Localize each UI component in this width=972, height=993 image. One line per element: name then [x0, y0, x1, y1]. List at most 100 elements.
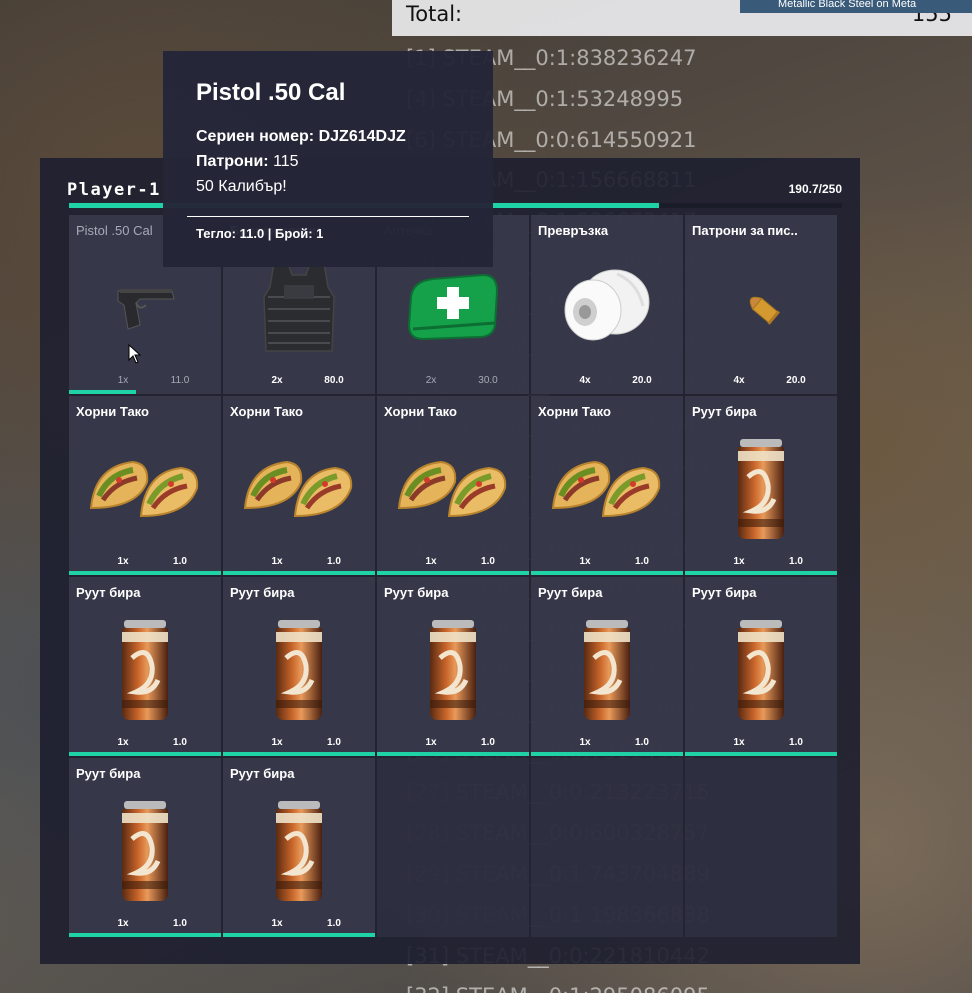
slot-durability-bar — [377, 571, 529, 575]
inventory-slot[interactable]: Руут бира 1x 1.0 — [377, 577, 529, 756]
tooltip-ammo: Патрони: 115 — [196, 149, 493, 174]
inventory-slot[interactable]: Руут бира 1x 1.0 — [531, 577, 683, 756]
tooltip-divider — [187, 216, 469, 217]
inventory-slot-empty[interactable] — [377, 758, 529, 937]
slot-durability-bar — [685, 752, 837, 756]
slot-item-count: 1x — [733, 556, 745, 567]
slot-durability-bar — [531, 571, 683, 575]
slot-item-count: 2x — [271, 375, 283, 386]
slot-item-name: Руут бира — [76, 766, 141, 781]
slot-item-name: Руут бира — [230, 766, 295, 781]
slot-durability-bar — [531, 752, 683, 756]
slot-durability-bar — [69, 390, 136, 394]
item-tooltip: Pistol .50 Cal Сериен номер: DJZ614DJZ П… — [163, 51, 493, 267]
slot-item-count: 1x — [271, 556, 283, 567]
tooltip-footer: Тегло: 11.0 | Брой: 1 — [196, 226, 324, 241]
inventory-slot-empty[interactable] — [685, 758, 837, 937]
slot-item-count: 4x — [733, 375, 745, 386]
slot-durability-bar — [223, 933, 375, 937]
slot-item-name: Руут бира — [230, 585, 295, 600]
root-beer-can-icon — [223, 790, 375, 910]
bullet-icon — [685, 247, 837, 367]
slot-item-name: Руут бира — [692, 585, 757, 600]
taco-icon — [377, 428, 529, 548]
inventory-slot[interactable]: Хорни Тако 1x 1.0 — [69, 396, 221, 575]
slot-item-weight: 1.0 — [481, 556, 495, 567]
taco-icon — [223, 428, 375, 548]
slot-item-name: Руут бира — [538, 585, 603, 600]
slot-durability-bar — [685, 571, 837, 575]
slot-item-weight: 1.0 — [173, 918, 187, 929]
inventory-slot[interactable]: Руут бира 1x 1.0 — [223, 758, 375, 937]
root-beer-can-icon — [223, 609, 375, 729]
slot-item-count: 1x — [117, 918, 129, 929]
slot-item-count: 4x — [579, 375, 591, 386]
inventory-slot[interactable]: Превръзка 4x 20.0 — [531, 215, 683, 394]
inventory-slot[interactable]: Руут бира 1x 1.0 — [69, 758, 221, 937]
slot-item-name: Патрони за пис.. — [692, 223, 798, 238]
root-beer-can-icon — [69, 790, 221, 910]
slot-item-weight: 1.0 — [481, 737, 495, 748]
slot-durability-bar — [69, 571, 221, 575]
slot-item-name: Хорни Тако — [230, 404, 303, 419]
slot-item-name: Руут бира — [76, 585, 141, 600]
inventory-weight: 190.7/250 — [788, 182, 842, 196]
tooltip-serial-label: Сериен номер: — [196, 128, 315, 145]
root-beer-can-icon — [531, 609, 683, 729]
scoreboard-player-row: [32] STEAM__0:1:295086095 — [406, 976, 710, 993]
tooltip-serial-value: DJZ614DJZ — [318, 128, 406, 145]
inventory-grid: Pistol .50 Cal1x11.0Бронежилетка2x80.0Ап… — [69, 215, 839, 937]
slot-item-count: 1x — [117, 737, 129, 748]
slot-item-count: 1x — [579, 556, 591, 567]
slot-item-weight: 20.0 — [632, 375, 652, 386]
slot-item-name: Превръзка — [538, 223, 609, 238]
slot-item-name: Руут бира — [692, 404, 757, 419]
slot-item-weight: 1.0 — [173, 556, 187, 567]
inventory-slot[interactable]: Руут бира 1x 1.0 — [685, 396, 837, 575]
slot-item-weight: 1.0 — [327, 918, 341, 929]
slot-item-count: 1x — [425, 556, 437, 567]
tooltip-ammo-value: 115 — [273, 153, 299, 170]
inventory-slot[interactable]: Руут бира 1x 1.0 — [685, 577, 837, 756]
scoreboard-total: Total: 155 — [392, 0, 972, 36]
slot-item-count: 1x — [117, 375, 129, 386]
slot-item-name: Хорни Тако — [384, 404, 457, 419]
tooltip-ammo-label: Патрони: — [196, 153, 269, 170]
slot-item-count: 1x — [579, 737, 591, 748]
mouse-cursor-icon — [128, 344, 142, 364]
inventory-slot[interactable]: Патрони за пис.. 4x 20.0 — [685, 215, 837, 394]
taco-icon — [69, 428, 221, 548]
root-beer-can-icon — [377, 609, 529, 729]
inventory-slot[interactable]: Руут бира 1x 1.0 — [223, 577, 375, 756]
slot-item-name: Хорни Тако — [76, 404, 149, 419]
root-beer-can-icon — [69, 609, 221, 729]
slot-item-count: 1x — [117, 556, 129, 567]
vehicle-color-tag: Metallic Black Steel on Meta — [740, 0, 972, 13]
slot-item-weight: 1.0 — [635, 737, 649, 748]
slot-durability-bar — [69, 752, 221, 756]
scoreboard-total-label: Total: — [406, 2, 463, 26]
inventory-slot[interactable]: Хорни Тако 1x 1.0 — [531, 396, 683, 575]
slot-item-name: Хорни Тако — [538, 404, 611, 419]
slot-item-weight: 30.0 — [478, 375, 498, 386]
tooltip-caliber: 50 Калибър! — [196, 178, 287, 195]
inventory-slot[interactable]: Руут бира 1x 1.0 — [69, 577, 221, 756]
slot-durability-bar — [223, 752, 375, 756]
slot-item-weight: 1.0 — [789, 737, 803, 748]
slot-item-weight: 80.0 — [324, 375, 344, 386]
slot-item-weight: 1.0 — [327, 737, 341, 748]
root-beer-can-icon — [685, 428, 837, 548]
slot-item-weight: 1.0 — [635, 556, 649, 567]
inventory-slot[interactable]: Хорни Тако 1x 1.0 — [223, 396, 375, 575]
slot-item-weight: 20.0 — [786, 375, 806, 386]
inventory-slot[interactable]: Хорни Тако 1x 1.0 — [377, 396, 529, 575]
slot-item-name: Руут бира — [384, 585, 449, 600]
inventory-panel: Player-1 190.7/250 Pistol .50 Cal1x11.0Б… — [40, 158, 860, 964]
root-beer-can-icon — [685, 609, 837, 729]
inventory-slot-empty[interactable] — [531, 758, 683, 937]
tooltip-title: Pistol .50 Cal — [196, 79, 346, 106]
taco-icon — [531, 428, 683, 548]
scoreboard-total-value: 155 — [911, 2, 952, 26]
slot-item-weight: 1.0 — [327, 556, 341, 567]
slot-item-count: 1x — [733, 737, 745, 748]
